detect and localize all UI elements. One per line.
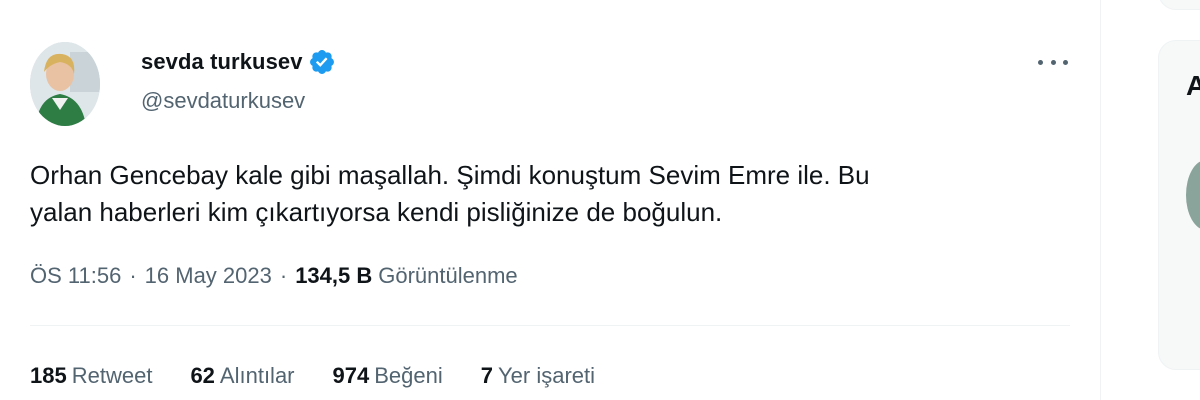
stat-likes[interactable]: 974 Beğeni (333, 363, 443, 389)
stat-label: Yer işareti (498, 363, 596, 388)
tweet-text-line-1: Orhan Gencebay kale gibi maşallah. Şimdi… (30, 160, 870, 190)
stat-retweets[interactable]: 185 Retweet (30, 363, 152, 389)
user-handle[interactable]: @sevdaturkusev (141, 88, 305, 114)
tweet-text: Orhan Gencebay kale gibi maşallah. Şimdi… (30, 157, 1080, 231)
sidebar-heading: A (1186, 70, 1200, 101)
stat-count: 7 (480, 363, 493, 388)
column-divider (1100, 0, 1101, 400)
stat-count: 62 (190, 363, 215, 388)
meta-separator: · (129, 263, 137, 288)
avatar[interactable] (30, 42, 100, 126)
divider (30, 325, 1070, 326)
more-dots-icon[interactable] (1038, 50, 1068, 74)
avatar-photo-icon (30, 42, 100, 126)
views-count: 134,5 B (295, 263, 373, 288)
stat-quotes[interactable]: 62 Alıntılar (190, 363, 294, 389)
tweet-meta: ÖS 11:56 · 16 May 2023 · 134,5 B Görüntü… (30, 263, 518, 289)
tweet-card: sevda turkusev @sevdaturkusev Orhan Genc… (0, 0, 1100, 400)
stat-bookmarks[interactable]: 7 Yer işareti (481, 363, 595, 389)
stat-count: 185 (30, 363, 67, 388)
stat-label: Alıntılar (219, 363, 295, 388)
stat-label: Beğeni (374, 363, 443, 388)
engagement-stats: 185 Retweet 62 Alıntılar 974 Beğeni 7 Ye… (30, 363, 633, 389)
meta-separator: · (279, 263, 288, 288)
sidebar-card-top (1158, 0, 1200, 10)
verified-badge-icon (308, 48, 336, 76)
views-label: Görüntülenme (378, 263, 518, 288)
tweet-text-line-2: yalan haberleri kim çıkartıyorsa kendi p… (30, 197, 723, 227)
stat-count: 974 (332, 363, 370, 388)
stat-label: Retweet (71, 363, 153, 388)
display-name[interactable]: sevda turkusev (141, 49, 303, 75)
tweet-time[interactable]: ÖS 11:56 (30, 263, 121, 289)
name-row: sevda turkusev (141, 48, 336, 76)
tweet-date[interactable]: 16 May 2023 (145, 263, 272, 289)
